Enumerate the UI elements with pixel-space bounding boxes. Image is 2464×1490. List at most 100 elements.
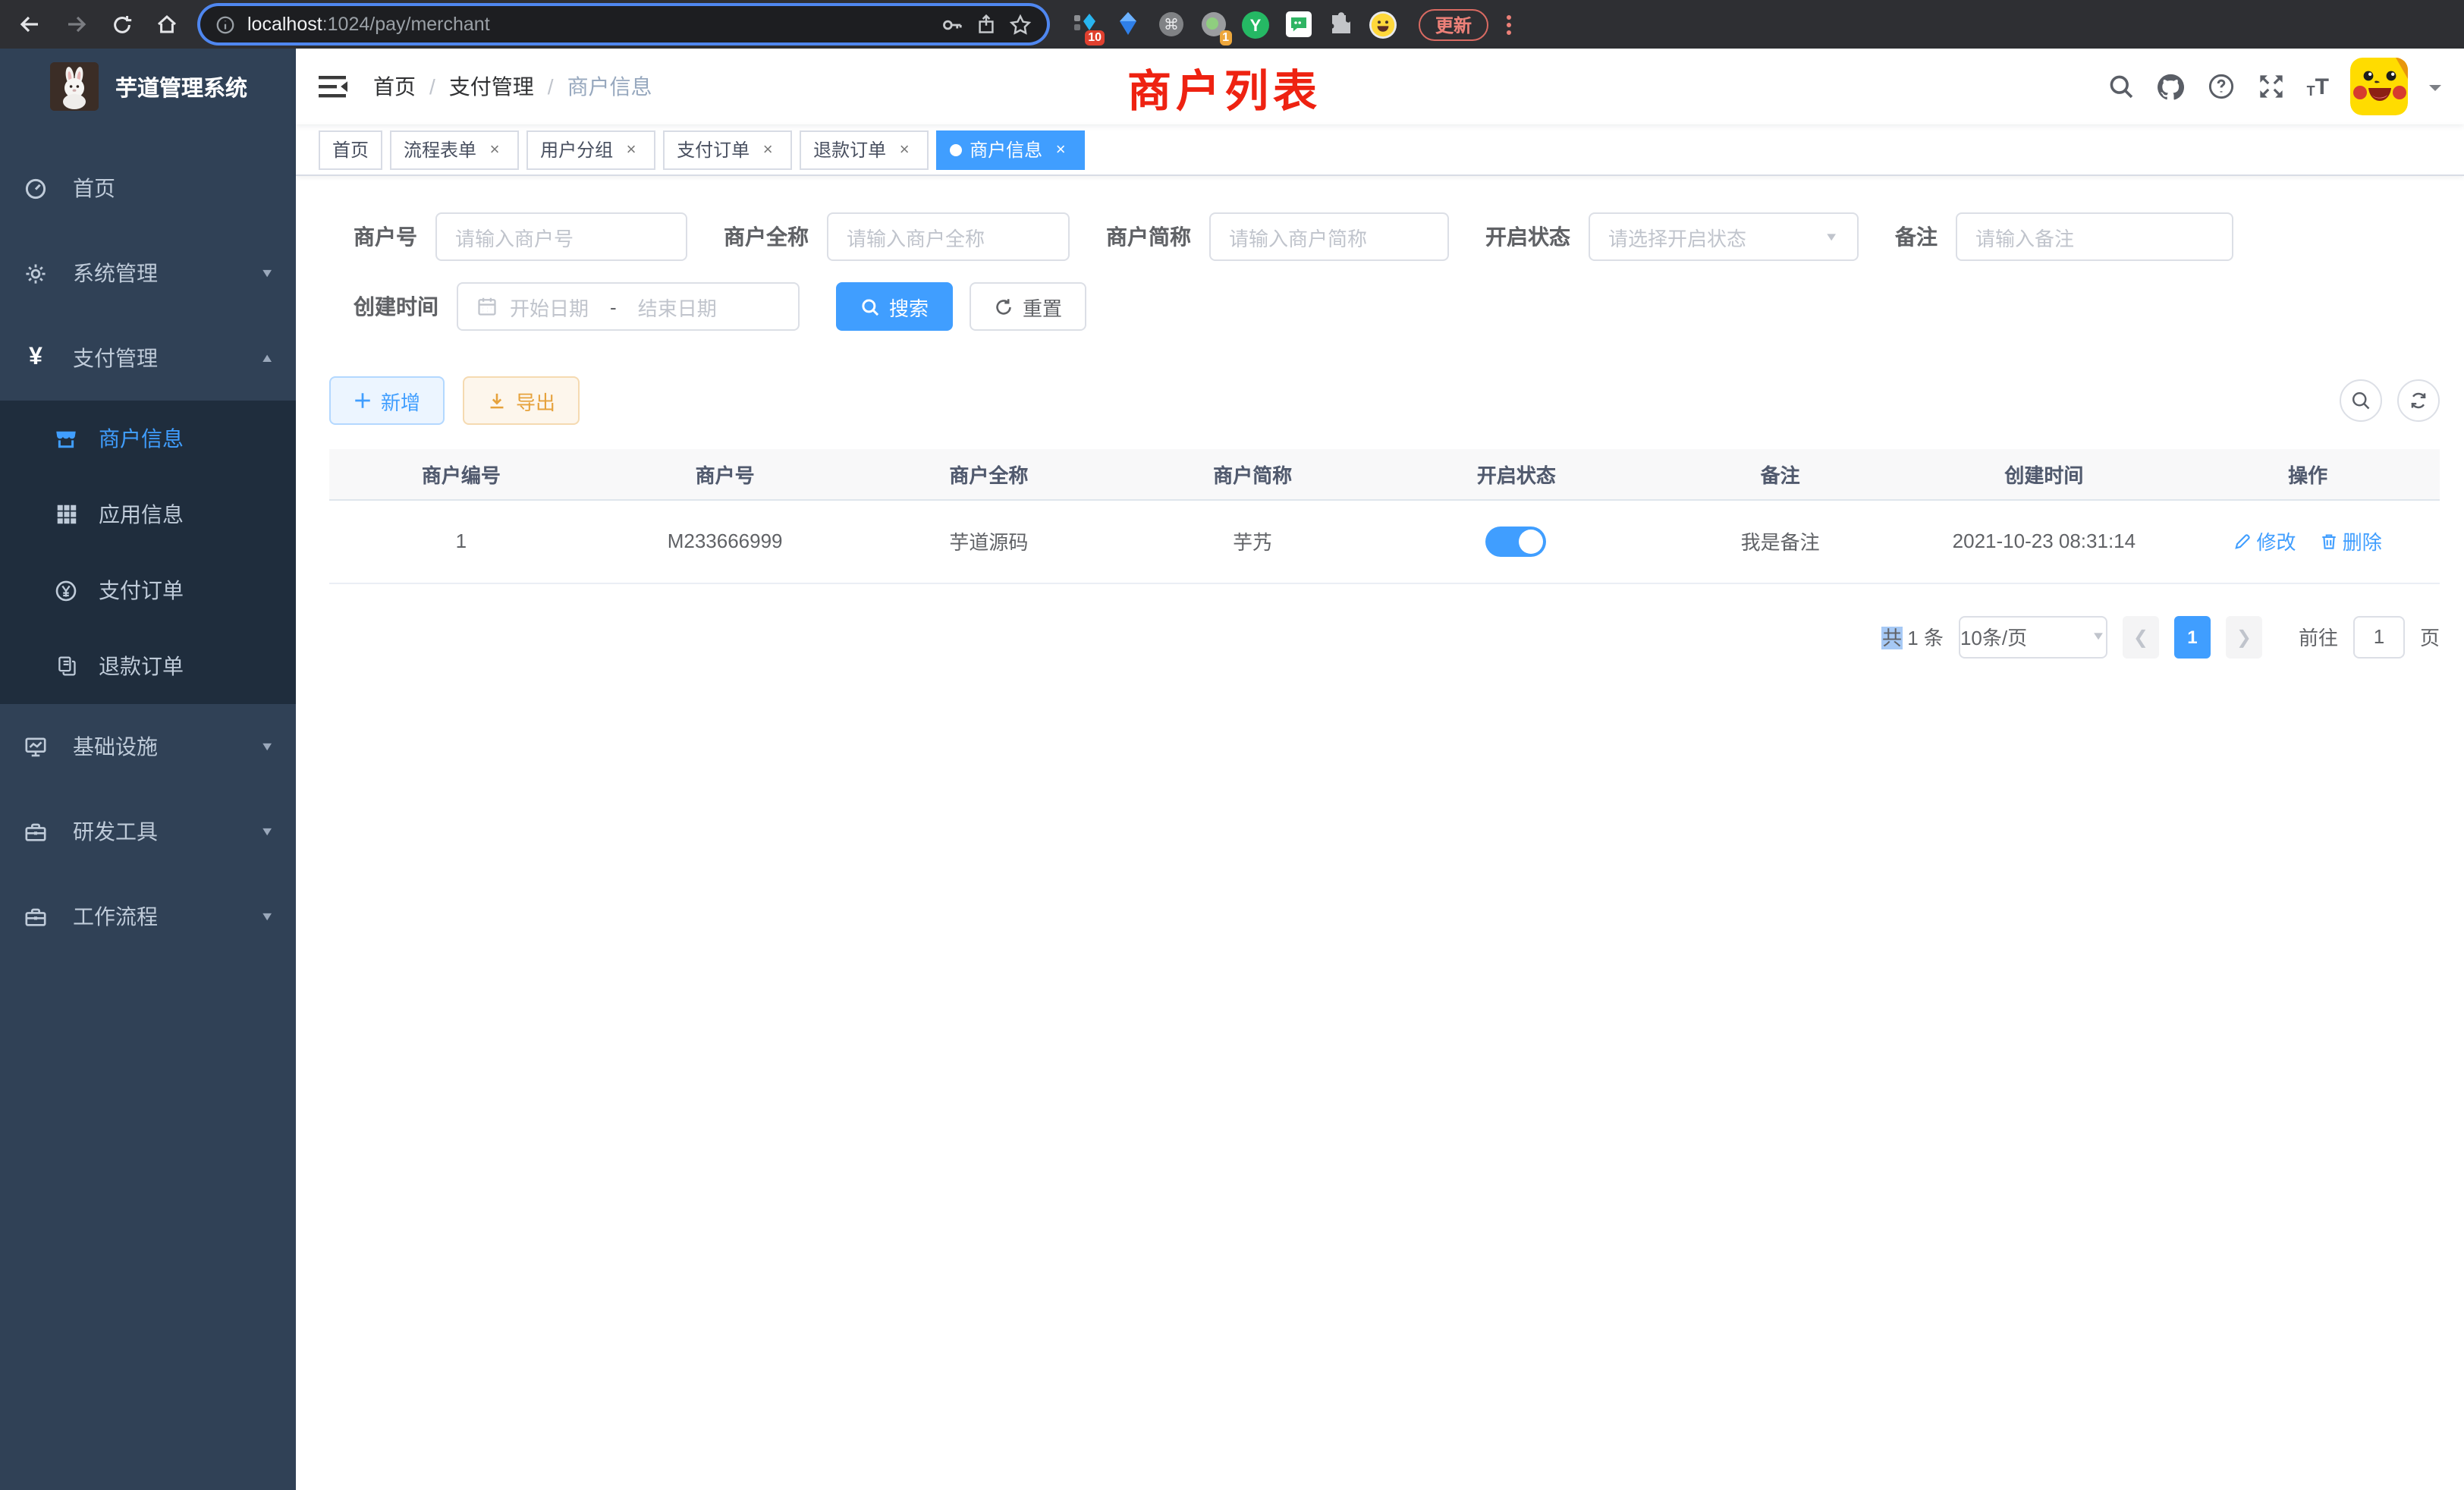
browser-toolbar: localhost:1024/pay/merchant 10 ⌘ — [0, 0, 2464, 49]
browser-menu-icon[interactable] — [1507, 14, 1511, 34]
ext-gem-icon[interactable] — [1114, 10, 1142, 39]
tag-pay-order[interactable]: 支付订单× — [663, 130, 792, 169]
sidebar-item-infra[interactable]: 基础设施 ▼ — [0, 704, 296, 789]
refresh-table-icon-button[interactable] — [2397, 379, 2440, 422]
sidebar-item-dev-tools[interactable]: 研发工具 ▼ — [0, 789, 296, 874]
cell-merchant-no: M233666999 — [593, 499, 857, 583]
ext-chat-icon[interactable] — [1284, 10, 1312, 39]
status-toggle[interactable] — [1486, 526, 1547, 556]
bookmark-star-icon[interactable] — [1009, 13, 1032, 36]
briefcase-icon — [24, 905, 47, 928]
goto-label: 前往 — [2299, 622, 2338, 651]
cell-status — [1384, 499, 1648, 583]
site-info-icon[interactable] — [215, 14, 235, 34]
prev-page-button[interactable]: ❮ — [2123, 615, 2159, 658]
breadcrumb: 首页 / 支付管理 / 商户信息 — [373, 71, 652, 102]
url-text[interactable]: localhost:1024/pay/merchant — [247, 14, 929, 35]
trash-icon — [2320, 532, 2338, 550]
tag-process-form[interactable]: 流程表单× — [390, 130, 519, 169]
full-name-label: 商户全称 — [724, 222, 809, 252]
full-name-input[interactable]: 请输入商户全称 — [827, 212, 1070, 261]
sidebar-logo[interactable]: 芋道管理系统 — [0, 49, 296, 124]
svg-text:⌘: ⌘ — [1163, 15, 1178, 33]
sidebar-item-home[interactable]: 首页 — [0, 146, 296, 231]
close-icon[interactable]: × — [621, 139, 642, 160]
remark-label: 备注 — [1895, 222, 1938, 252]
refresh-icon — [994, 297, 1014, 316]
breadcrumb-current: 商户信息 — [567, 71, 652, 102]
svg-text:Y: Y — [1250, 15, 1262, 34]
sidebar-item-refund-order[interactable]: 退款订单 — [0, 628, 296, 704]
browser-reload-icon[interactable] — [103, 6, 140, 42]
font-size-icon[interactable]: TT — [2307, 75, 2329, 98]
tag-user-group[interactable]: 用户分组× — [526, 130, 655, 169]
delete-link[interactable]: 删除 — [2320, 527, 2382, 555]
next-page-button[interactable]: ❯ — [2226, 615, 2262, 658]
table-toolbar: 新增 导出 — [329, 376, 2440, 425]
ext-tray-icon[interactable]: 1 — [1199, 10, 1227, 39]
help-icon[interactable] — [2207, 72, 2236, 101]
ext-command-icon[interactable]: ⌘ — [1156, 10, 1185, 39]
calendar-icon — [476, 296, 498, 317]
col-merchant-id: 商户编号 — [329, 449, 593, 499]
breadcrumb-pay[interactable]: 支付管理 — [449, 71, 534, 102]
github-icon[interactable] — [2157, 72, 2186, 101]
reset-button[interactable]: 重置 — [970, 282, 1086, 331]
close-icon[interactable]: × — [1050, 139, 1071, 160]
close-icon[interactable]: × — [484, 139, 505, 160]
goto-page-input[interactable] — [2353, 615, 2405, 658]
ext-yuque-icon[interactable]: Y — [1241, 10, 1270, 39]
active-dot — [950, 143, 962, 156]
search-form-row-2: 创建时间 开始日期 - 结束日期 — [354, 282, 2440, 331]
browser-forward-icon[interactable] — [58, 6, 94, 42]
close-icon[interactable]: × — [757, 139, 778, 160]
export-button[interactable]: 导出 — [463, 376, 580, 425]
page-size-select[interactable]: 10条/页▼ — [1959, 615, 2107, 658]
sidebar-item-pay[interactable]: ¥ 支付管理 ▲ — [0, 316, 296, 401]
sidebar-collapse-icon[interactable] — [319, 71, 349, 102]
search-icon[interactable] — [2107, 72, 2136, 101]
tag-refund-order[interactable]: 退款订单× — [800, 130, 929, 169]
browser-home-icon[interactable] — [149, 6, 185, 42]
search-button[interactable]: 搜索 — [836, 282, 953, 331]
tag-home[interactable]: 首页 — [319, 130, 382, 169]
share-icon[interactable] — [976, 14, 997, 35]
close-icon[interactable]: × — [894, 139, 915, 160]
ext-badge: 1 — [1219, 30, 1232, 45]
chevron-down-icon: ▼ — [259, 266, 275, 280]
url-bar[interactable]: localhost:1024/pay/merchant — [200, 6, 1047, 42]
date-range-input[interactable]: 开始日期 - 结束日期 — [457, 282, 800, 331]
fullscreen-icon[interactable] — [2257, 72, 2286, 101]
dashboard-icon — [24, 177, 47, 200]
sidebar-item-app-info[interactable]: 应用信息 — [0, 476, 296, 552]
user-avatar[interactable] — [2350, 58, 2408, 115]
breadcrumb-home[interactable]: 首页 — [373, 71, 416, 102]
sidebar-item-pay-order[interactable]: 支付订单 — [0, 552, 296, 628]
sidebar-item-merchant-info[interactable]: 商户信息 — [0, 401, 296, 476]
create-time-label: 创建时间 — [354, 291, 438, 322]
sidebar-item-workflow[interactable]: 工作流程 ▼ — [0, 874, 296, 959]
edit-link[interactable]: 修改 — [2233, 527, 2296, 555]
sidebar-item-system[interactable]: 系统管理 ▼ — [0, 231, 296, 316]
browser-back-icon[interactable] — [12, 6, 49, 42]
show-search-icon-button[interactable] — [2340, 379, 2382, 422]
cell-full-name: 芋道源码 — [857, 499, 1121, 583]
remark-input[interactable]: 请输入备注 — [1956, 212, 2233, 261]
cell-short-name: 芋艿 — [1120, 499, 1384, 583]
tag-merchant-info[interactable]: 商户信息× — [936, 130, 1085, 169]
chrome-update-button[interactable]: 更新 — [1419, 8, 1488, 40]
add-button[interactable]: 新增 — [329, 376, 445, 425]
short-name-input[interactable]: 请输入商户简称 — [1209, 212, 1449, 261]
yen-circle-icon — [55, 579, 77, 602]
status-select[interactable]: 请选择开启状态▼ — [1589, 212, 1859, 261]
store-icon — [55, 427, 77, 450]
ext-sketch-icon[interactable]: 10 — [1071, 10, 1100, 39]
profile-emoji-icon[interactable] — [1369, 10, 1397, 39]
caret-down-icon[interactable] — [2429, 84, 2441, 96]
page-number-button[interactable]: 1 — [2174, 615, 2211, 658]
password-key-icon[interactable] — [941, 13, 963, 36]
merchant-no-input[interactable]: 请输入商户号 — [435, 212, 687, 261]
extensions-puzzle-icon[interactable] — [1326, 10, 1355, 39]
col-short-name: 商户简称 — [1120, 449, 1384, 499]
logo-rabbit-image — [50, 62, 99, 111]
